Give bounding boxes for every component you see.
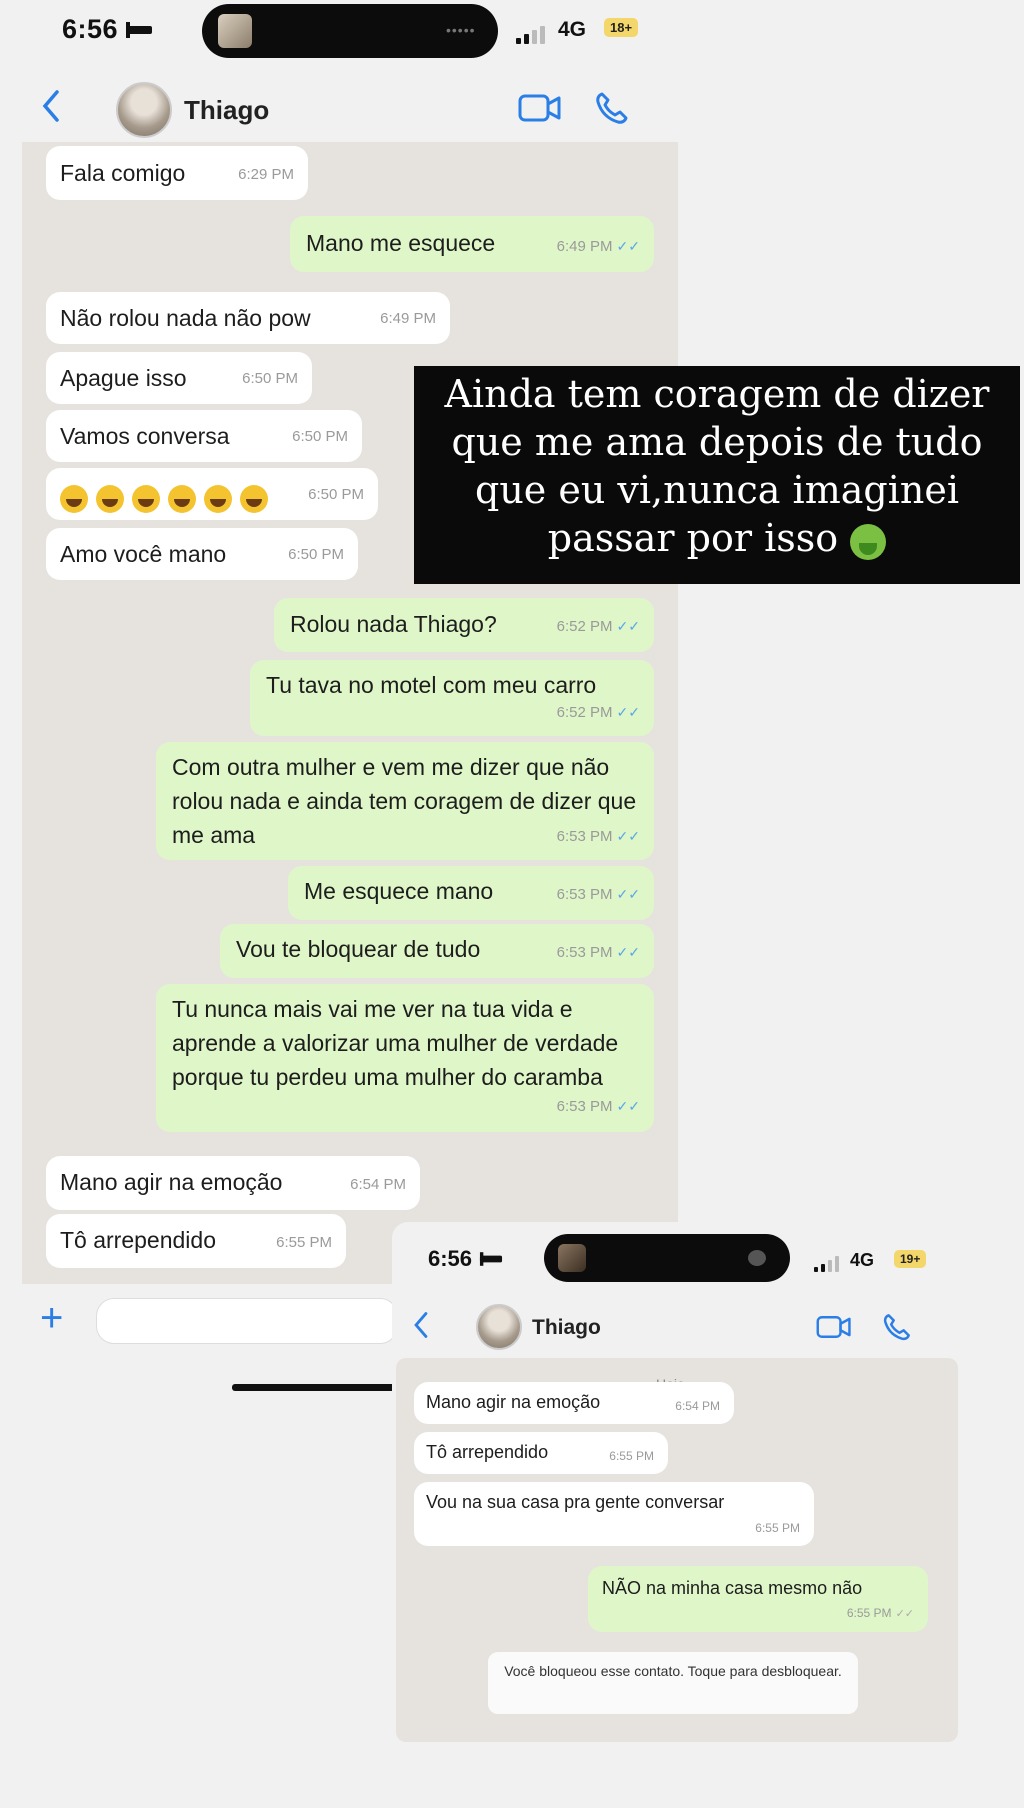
message-time: 6:53 PM: [556, 886, 613, 903]
message-outgoing[interactable]: Com outra mulher e vem me dizer que não …: [156, 742, 654, 860]
voice-call-button[interactable]: [594, 90, 630, 131]
message-incoming[interactable]: Mano agir na emoção 6:54 PM: [46, 1156, 420, 1210]
message-time: 6:55 PM: [846, 1606, 892, 1620]
video-call-button[interactable]: [518, 92, 562, 129]
message-outgoing[interactable]: Tu nunca mais vai me ver na tua vida e a…: [156, 984, 654, 1132]
nauseated-face-icon: [850, 523, 887, 560]
read-receipt-icon: ✓✓: [616, 1098, 640, 1114]
message-time: 6:55 PM: [609, 1449, 654, 1463]
read-receipt-icon: ✓✓: [616, 886, 640, 902]
contact-name[interactable]: Thiago: [184, 95, 269, 126]
battery-badge: 19+: [894, 1250, 927, 1268]
message-time: 6:50 PM: [308, 486, 364, 503]
message-outgoing[interactable]: Rolou nada Thiago? 6:52 PM ✓✓: [274, 598, 654, 652]
phone-icon: [883, 1314, 910, 1341]
status-time: 6:56: [62, 14, 153, 45]
read-receipt-icon: ✓✓: [616, 704, 640, 720]
message-time: 6:50 PM: [288, 546, 344, 563]
message-incoming[interactable]: Mano agir na emoção 6:54 PM: [414, 1382, 734, 1424]
message-time: 6:52 PM: [556, 704, 613, 721]
message-outgoing[interactable]: Tu tava no motel com meu carro 6:52 PM ✓✓: [250, 660, 654, 736]
message-time: 6:29 PM: [238, 166, 294, 183]
phone-icon: [596, 92, 628, 124]
message-time: 6:52 PM: [556, 618, 613, 635]
grinning-sweat-emoji-icon: [60, 484, 276, 513]
message-incoming[interactable]: Fala comigo 6:29 PM: [46, 146, 308, 200]
message-time: 6:55 PM: [276, 1234, 332, 1251]
message-time: 6:50 PM: [292, 428, 348, 445]
message-outgoing[interactable]: Mano me esquece 6:49 PM ✓✓: [290, 216, 654, 272]
message-time: 6:54 PM: [350, 1176, 406, 1193]
signal-icon: [516, 22, 545, 44]
avatar[interactable]: [116, 82, 172, 138]
message-time: 6:55 PM: [755, 1521, 800, 1535]
home-indicator: [232, 1384, 412, 1391]
battery-badge: 18+: [604, 18, 639, 37]
back-button[interactable]: [412, 1310, 430, 1345]
contact-name[interactable]: Thiago: [532, 1316, 601, 1340]
message-incoming[interactable]: Não rolou nada não pow 6:49 PM: [46, 292, 450, 344]
voice-call-button[interactable]: [882, 1312, 912, 1347]
message-incoming[interactable]: Vou na sua casa pra gente conversar 6:55…: [414, 1482, 814, 1546]
dynamic-island: •••••: [202, 4, 498, 58]
message-time: 6:49 PM: [556, 238, 613, 255]
read-receipt-icon: ✓✓: [616, 618, 640, 634]
message-incoming[interactable]: Tô arrependido 6:55 PM: [414, 1432, 668, 1474]
message-incoming[interactable]: Vamos conversa 6:50 PM: [46, 410, 362, 462]
island-indicator: [748, 1250, 766, 1266]
message-outgoing[interactable]: Me esquece mano 6:53 PM ✓✓: [288, 866, 654, 920]
attach-button[interactable]: +: [40, 1296, 63, 1341]
sleep-focus-icon: [479, 1252, 503, 1266]
message-incoming[interactable]: Tô arrependido 6:55 PM: [46, 1214, 346, 1268]
message-input[interactable]: [96, 1298, 398, 1344]
message-outgoing[interactable]: Vou te bloquear de tudo 6:53 PM ✓✓: [220, 924, 654, 978]
message-time: 6:53 PM: [556, 944, 613, 961]
message-incoming[interactable]: Apague isso 6:50 PM: [46, 352, 312, 404]
message-time: 6:49 PM: [380, 310, 436, 327]
read-receipt-icon: ✓✓: [895, 1608, 914, 1620]
back-button[interactable]: [40, 88, 62, 129]
message-time: 6:53 PM: [556, 1098, 613, 1115]
read-receipt-icon: ✓✓: [616, 828, 640, 844]
island-thumbnail: [558, 1244, 586, 1272]
chevron-left-icon: [414, 1312, 428, 1338]
video-call-button[interactable]: [816, 1314, 852, 1345]
sleep-focus-icon: [126, 21, 153, 38]
message-incoming[interactable]: Amo você mano 6:50 PM: [46, 528, 358, 580]
avatar[interactable]: [476, 1304, 522, 1350]
screen-2: 6:56 4G 19+ Thiago Hoje Mano agir na emo…: [392, 1222, 962, 1746]
island-thumbnail: [218, 14, 252, 48]
signal-icon: [814, 1254, 839, 1272]
chevron-left-icon: [42, 90, 59, 122]
message-time: 6:53 PM: [556, 828, 613, 845]
network-type: 4G: [850, 1250, 875, 1270]
read-receipt-icon: ✓✓: [616, 944, 640, 960]
message-outgoing[interactable]: NÃO na minha casa mesmo não 6:55 PM ✓✓: [588, 1566, 928, 1632]
read-receipt-icon: ✓✓: [616, 238, 640, 254]
dynamic-island: [544, 1234, 790, 1282]
message-time: 6:54 PM: [675, 1399, 720, 1413]
video-camera-icon: [518, 94, 561, 122]
network-type: 4G: [558, 18, 587, 41]
story-caption: Ainda tem coragem de dizer que me ama de…: [414, 366, 1020, 584]
island-indicator: •••••: [446, 22, 476, 38]
message-incoming-emoji[interactable]: 6:50 PM: [46, 468, 378, 520]
blocked-contact-notice[interactable]: Você bloqueou esse contato. Toque para d…: [488, 1652, 858, 1714]
video-camera-icon: [816, 1316, 851, 1338]
status-time: 6:56: [428, 1246, 504, 1272]
plus-icon: +: [40, 1296, 64, 1340]
message-time: 6:50 PM: [242, 370, 298, 387]
